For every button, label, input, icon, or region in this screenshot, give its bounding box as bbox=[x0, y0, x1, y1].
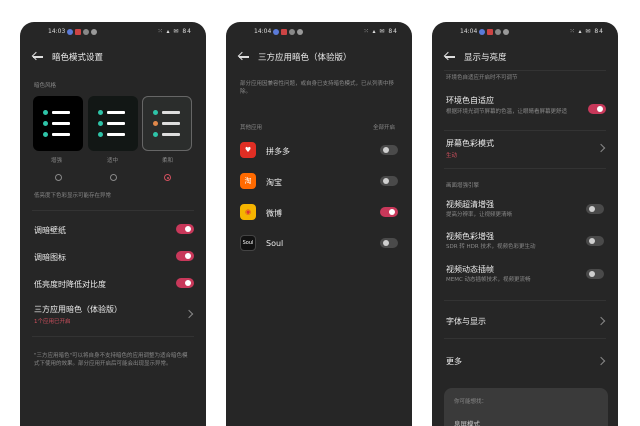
chevron-right-icon[interactable] bbox=[596, 356, 606, 366]
status-time: 14:03 bbox=[48, 28, 66, 35]
header: 三方应用暗色（体验版） bbox=[238, 48, 402, 66]
color-mode-value: 生动 bbox=[446, 153, 458, 159]
footnote: "三方应用暗色"可以将自身不支持暗色的应用调整为适合暗色模式下使用的效果。部分应… bbox=[34, 353, 188, 367]
pinduoduo-icon: ♥ bbox=[240, 142, 256, 158]
section-other-apps: 其他应用 bbox=[240, 125, 263, 131]
theme-label-medium: 适中 bbox=[107, 158, 119, 164]
app-name-taobao: 淘宝 bbox=[266, 178, 282, 187]
dim-icons-label: 调暗图标 bbox=[34, 253, 66, 262]
notification-icons bbox=[479, 29, 509, 35]
low-contrast-toggle[interactable] bbox=[176, 278, 194, 288]
video-interp-sub: MEMC 动态插帧技术，视频更流畅 bbox=[446, 277, 531, 283]
dim-icons-toggle[interactable] bbox=[176, 251, 194, 261]
theme-option-medium[interactable] bbox=[88, 96, 138, 151]
theme-option-soft[interactable] bbox=[142, 96, 192, 151]
radio-enhanced[interactable] bbox=[55, 174, 62, 181]
video-color-toggle[interactable] bbox=[586, 236, 604, 246]
divider bbox=[444, 300, 606, 301]
screen-display-brightness: 14:04 ⁙ ▴ ✉ 84 显示与亮度 环境色自适应开启时不可调节 环境色自适… bbox=[432, 22, 618, 426]
screen-dark-mode-settings: 14:03 ⁙ ▴ ✉ 84 暗色模式设置 暗色风格 增强 适中 柔和 低亮度下… bbox=[20, 22, 206, 426]
screen-third-party-dark: 14:04 ⁙ ▴ ✉ 84 三方应用暗色（体验版） 部分应用因兼容性问题，或自… bbox=[226, 22, 412, 426]
notification-icons bbox=[67, 29, 97, 35]
header: 暗色模式设置 bbox=[32, 48, 196, 66]
video-interp-toggle[interactable] bbox=[586, 269, 604, 279]
status-bar: 14:04 ⁙ ▴ ✉ 84 bbox=[432, 28, 618, 38]
video-superres-label: 视频超清增强 bbox=[446, 200, 494, 209]
chevron-right-icon[interactable] bbox=[596, 143, 606, 153]
low-contrast-label: 低亮度时降低对比度 bbox=[34, 280, 106, 289]
divider bbox=[444, 168, 606, 169]
app-name-pinduoduo: 拼多多 bbox=[266, 147, 290, 156]
status-time: 14:04 bbox=[254, 28, 272, 35]
suggestion-title: 你可能想找： bbox=[454, 399, 488, 405]
toggle-soul[interactable] bbox=[380, 238, 398, 248]
suggestion-item[interactable]: 息屏模式 bbox=[454, 418, 480, 426]
taobao-icon: 淘 bbox=[240, 173, 256, 189]
toggle-weibo[interactable] bbox=[380, 207, 398, 217]
third-party-dark-status: 1个应用已开启 bbox=[34, 319, 71, 325]
toggle-pinduoduo[interactable] bbox=[380, 145, 398, 155]
notification-icons bbox=[273, 29, 303, 35]
status-time: 14:04 bbox=[460, 28, 478, 35]
video-superres-toggle[interactable] bbox=[586, 204, 604, 214]
video-interp-label: 视频动态插帧 bbox=[446, 265, 494, 274]
status-bar: 14:03 ⁙ ▴ ✉ 84 bbox=[20, 28, 206, 38]
back-arrow-icon[interactable] bbox=[32, 51, 44, 63]
chevron-right-icon[interactable] bbox=[184, 309, 194, 319]
adaptive-color-label: 环境色自适应 bbox=[446, 96, 494, 105]
font-display-label[interactable]: 字体与显示 bbox=[446, 316, 486, 327]
third-party-dark-label[interactable]: 三方应用暗色（体验版） bbox=[34, 304, 122, 315]
app-name-soul: Soul bbox=[266, 239, 284, 248]
enable-all-link[interactable]: 全部开启 bbox=[373, 124, 395, 132]
app-name-weibo: 微博 bbox=[266, 209, 282, 218]
divider bbox=[444, 70, 606, 71]
status-bar: 14:04 ⁙ ▴ ✉ 84 bbox=[226, 28, 412, 38]
video-superres-sub: 提高分辨率，让视频更清晰 bbox=[446, 212, 513, 218]
style-label: 暗色风格 bbox=[34, 83, 57, 89]
description: 部分应用因兼容性问题，或自身已支持暗色模式，已从列表中移除。 bbox=[240, 81, 395, 95]
status-right: ⁙ ▴ ✉ 84 bbox=[569, 28, 604, 35]
chevron-right-icon[interactable] bbox=[596, 316, 606, 326]
dim-wallpaper-label: 调暗壁纸 bbox=[34, 226, 66, 235]
engine-section-label: 画面增强引擎 bbox=[446, 183, 480, 189]
video-color-label: 视频色彩增强 bbox=[446, 232, 494, 241]
weibo-icon: ◉ bbox=[240, 204, 256, 220]
radio-soft[interactable] bbox=[164, 174, 171, 181]
adaptive-color-sub: 根据环境光调节屏幕的色温，让眼睛看屏幕更舒适 bbox=[446, 109, 568, 115]
divider bbox=[32, 210, 194, 211]
back-arrow-icon[interactable] bbox=[238, 51, 250, 63]
top-note: 环境色自适应开启时不可调节 bbox=[446, 75, 518, 81]
toggle-taobao[interactable] bbox=[380, 176, 398, 186]
contrast-note: 低亮度下色彩显示可能存在异常 bbox=[34, 193, 112, 199]
back-arrow-icon[interactable] bbox=[444, 51, 456, 63]
page-title: 三方应用暗色（体验版） bbox=[258, 53, 352, 63]
video-color-sub: SDR 转 HDR 技术，视频色彩更生动 bbox=[446, 244, 536, 250]
divider bbox=[444, 130, 606, 131]
color-mode-label[interactable]: 屏幕色彩模式 bbox=[446, 138, 494, 149]
radio-medium[interactable] bbox=[110, 174, 117, 181]
status-right: ⁙ ▴ ✉ 84 bbox=[363, 28, 398, 35]
page-title: 暗色模式设置 bbox=[52, 53, 104, 63]
theme-option-enhanced[interactable] bbox=[33, 96, 83, 151]
status-right: ⁙ ▴ ✉ 84 bbox=[157, 28, 192, 35]
soul-icon: Soul bbox=[240, 235, 256, 251]
page-title: 显示与亮度 bbox=[464, 53, 507, 63]
suggestion-card: 你可能想找： 息屏模式 bbox=[444, 388, 608, 426]
divider bbox=[444, 338, 606, 339]
header: 显示与亮度 bbox=[444, 48, 608, 66]
dim-wallpaper-toggle[interactable] bbox=[176, 224, 194, 234]
more-label[interactable]: 更多 bbox=[446, 356, 462, 367]
theme-label-enhanced: 增强 bbox=[51, 158, 63, 164]
adaptive-color-toggle[interactable] bbox=[588, 104, 606, 114]
divider bbox=[32, 336, 194, 337]
theme-label-soft: 柔和 bbox=[162, 158, 174, 164]
